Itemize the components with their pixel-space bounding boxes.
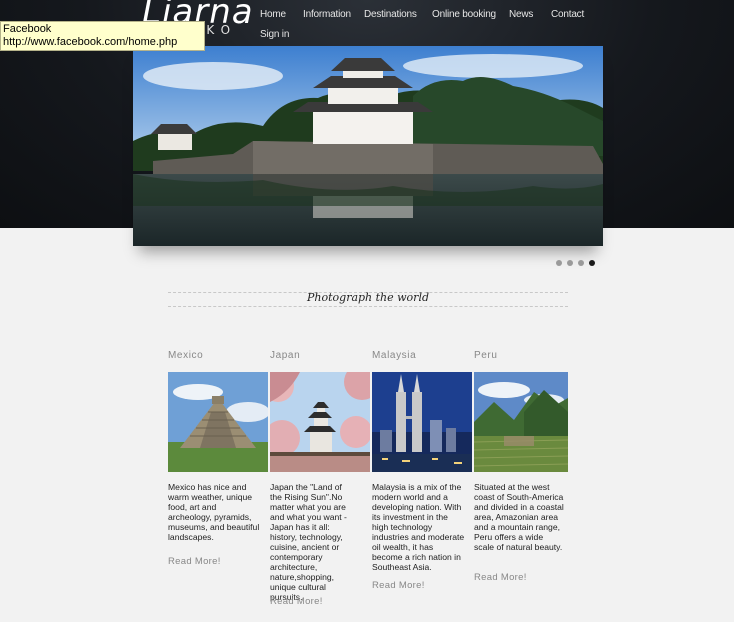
nav-destinations[interactable]: Destinations: [364, 9, 417, 20]
nav-news[interactable]: News: [509, 9, 533, 20]
castle-photo: [133, 46, 603, 246]
destination-title-mexico: Mexico: [168, 350, 204, 361]
destination-text-mexico: Mexico has nice and warm weather, unique…: [168, 482, 260, 542]
read-more-peru[interactable]: Read More!: [474, 572, 527, 583]
destination-image-mexico[interactable]: [168, 372, 268, 472]
nav-home[interactable]: Home: [260, 9, 286, 20]
destination-text-malaysia: Malaysia is a mix of the modern world an…: [372, 482, 465, 572]
slider-dot-2[interactable]: [567, 260, 573, 266]
slider-dot-4[interactable]: [589, 260, 595, 266]
tooltip-url: http://www.facebook.com/home.php: [3, 36, 178, 48]
slider-dot-3[interactable]: [578, 260, 584, 266]
hero-slider-image[interactable]: [133, 46, 603, 246]
nav-sign-in[interactable]: Sign in: [260, 29, 289, 40]
read-more-malaysia[interactable]: Read More!: [372, 580, 425, 591]
slider-dot-1[interactable]: [556, 260, 562, 266]
destination-image-malaysia[interactable]: [372, 372, 472, 472]
destination-text-peru: Situated at the west coast of South-Amer…: [474, 482, 564, 552]
nav-contact[interactable]: Contact: [551, 9, 584, 20]
read-more-japan[interactable]: Read More!: [270, 596, 323, 607]
read-more-mexico[interactable]: Read More!: [168, 556, 221, 567]
destination-title-malaysia: Malaysia: [372, 350, 417, 361]
destination-text-japan: Japan the "Land of the Rising Sun".No ma…: [270, 482, 347, 602]
destination-image-peru[interactable]: [474, 372, 568, 472]
nav-information[interactable]: Information: [303, 9, 351, 20]
destination-image-japan[interactable]: [270, 372, 370, 472]
tagline-divider-bottom: [168, 306, 568, 307]
destination-title-japan: Japan: [270, 350, 301, 361]
nav-online-booking[interactable]: Online booking: [432, 9, 496, 20]
link-tooltip: Facebook http://www.facebook.com/home.ph…: [0, 21, 205, 51]
tooltip-title: Facebook: [3, 23, 52, 35]
destination-title-peru: Peru: [474, 350, 498, 361]
tagline: Photograph the world: [307, 291, 429, 304]
